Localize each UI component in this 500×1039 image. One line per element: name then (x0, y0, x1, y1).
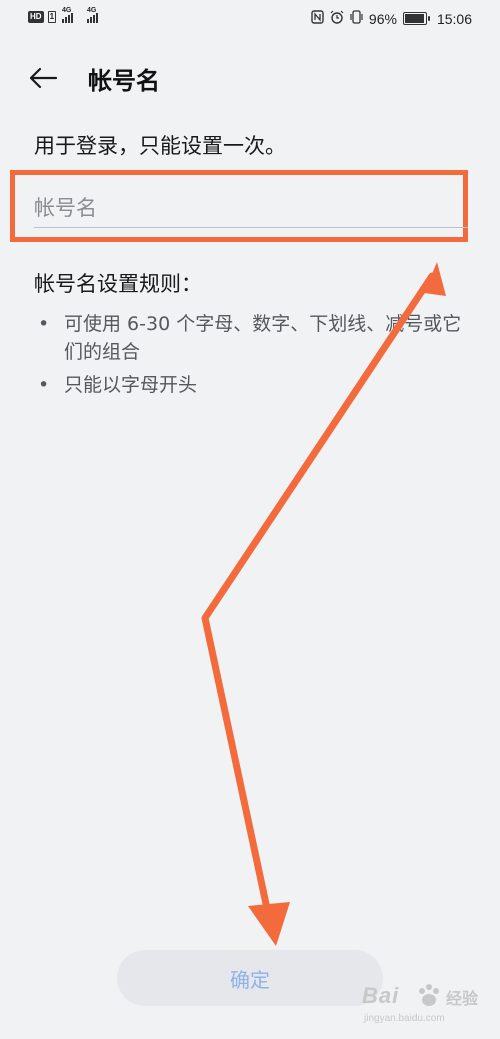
watermark-url: jingyan.baidu.com (364, 1013, 445, 1024)
status-bar: HD 1 4G 4G 96% 15:06 (0, 0, 500, 40)
watermark-cn: 经验 (446, 991, 479, 1008)
page-title: 帐号名 (88, 66, 160, 95)
network-type-2: 4G (87, 7, 97, 14)
alarm-icon (330, 10, 344, 27)
rule-item: 只能以字母开头 (34, 371, 464, 399)
sim-number: 1 (47, 11, 57, 23)
signal-icon: 4G (62, 7, 74, 23)
status-left: HD 1 4G 4G (28, 7, 99, 23)
status-right: 96% 15:06 (311, 10, 472, 27)
confirm-button[interactable]: 确定 (117, 950, 383, 1006)
clock: 15:06 (436, 10, 472, 27)
arrow-left-icon (29, 67, 58, 89)
watermark-brand: Bai (362, 983, 400, 1008)
page-description: 用于登录，只能设置一次。 (34, 134, 286, 158)
rules-list: 可使用 6-30 个字母、数字、下划线、减号或它们的组合 只能以字母开头 (34, 310, 464, 404)
hd-badge: HD (28, 11, 44, 23)
battery-percent: 96% (368, 10, 397, 27)
battery-icon (402, 12, 430, 25)
header: 帐号名 (28, 56, 472, 100)
back-button[interactable] (28, 58, 68, 98)
annotation-arrowhead-down (248, 902, 290, 946)
nfc-icon (311, 10, 324, 27)
rules-title: 帐号名设置规则： (34, 272, 202, 296)
vibrate-icon (350, 10, 363, 27)
network-type: 4G (62, 7, 72, 14)
rule-item: 可使用 6-30 个字母、数字、下划线、减号或它们的组合 (34, 310, 464, 366)
watermark: Bai 经验 jingyan.baidu.com (362, 983, 482, 1029)
paw-icon (419, 984, 439, 1006)
annotation-arrowhead-up (424, 262, 446, 296)
account-name-input[interactable] (34, 188, 468, 228)
signal-icon-2: 4G (87, 7, 99, 23)
